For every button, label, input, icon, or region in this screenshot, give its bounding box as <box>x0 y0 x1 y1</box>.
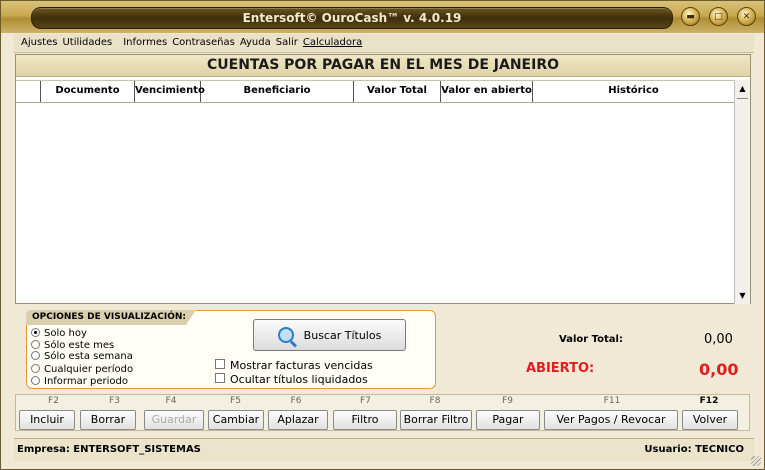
scroll-down-icon[interactable]: ▼ <box>735 288 750 303</box>
function-key-bar: F2 F3 F4 F5 F6 F7 F8 F9 F11 F12 Incluir … <box>15 394 750 431</box>
column-header-historico[interactable]: Histórico <box>533 81 734 102</box>
resize-grip-icon[interactable] <box>751 456 761 466</box>
search-titles-label: Buscar Títulos <box>303 328 382 342</box>
column-header-beneficiario[interactable]: Beneficiario <box>201 81 354 102</box>
view-options-group: OPCIONES DE VISUALIZACIÓN: Solo hoy Sólo… <box>26 310 436 389</box>
fkey-label-f9: F9 <box>502 396 513 406</box>
table-scrollbar[interactable]: ▲ ▼ <box>734 80 750 304</box>
table-title: CUENTAS POR PAGAR EN EL MES DE JANEIRO <box>16 55 750 77</box>
ver-pagos-button[interactable]: Ver Pagos / Revocar <box>544 410 678 430</box>
fkey-label-f2: F2 <box>48 396 59 406</box>
fkey-label-f8: F8 <box>429 396 441 406</box>
radio-label: Sólo esta semana <box>44 351 133 362</box>
open-label: ABIERTO: <box>526 361 595 376</box>
column-header-valor-total[interactable]: Valor Total <box>354 81 441 102</box>
total-value: 0,00 <box>704 332 733 347</box>
fkey-label-f12: F12 <box>699 396 719 406</box>
radio-selected-icon[interactable] <box>31 328 40 337</box>
accounts-table: CUENTAS POR PAGAR EN EL MES DE JANEIRO D… <box>15 54 751 304</box>
view-options-legend: OPCIONES DE VISUALIZACIÓN: <box>26 310 197 325</box>
table-header: Documento Vencimiento Beneficiario Valor… <box>16 80 736 103</box>
cambiar-button[interactable]: Cambiar <box>208 410 264 430</box>
column-header-valor-abierto[interactable]: Valor en abierto <box>441 81 533 102</box>
status-company: Empresa: ENTERSOFT_SISTEMAS <box>17 444 201 455</box>
menu-contrasenas[interactable]: Contraseñas <box>172 34 235 52</box>
scroll-up-icon[interactable]: ▲ <box>735 81 750 96</box>
menu-informes[interactable]: Informes <box>123 34 167 52</box>
minimize-button[interactable]: ▬ <box>681 7 700 26</box>
filtro-button[interactable]: Filtro <box>333 410 397 430</box>
fkey-label-f5: F5 <box>230 396 241 406</box>
total-label: Valor Total: <box>559 334 623 345</box>
fkey-label-f6: F6 <box>290 396 302 406</box>
borrar-filtro-button[interactable]: Borrar Filtro <box>400 410 472 430</box>
menu-salir[interactable]: Salir <box>276 34 298 52</box>
borrar-button[interactable]: Borrar <box>80 410 136 430</box>
main-window: Entersoft© OuroCash™ v. 4.0.19 ▬ □ ✕ Aju… <box>0 0 765 470</box>
search-icon <box>277 327 294 343</box>
radio-cualquier-periodo[interactable]: Cualquier período <box>31 364 133 375</box>
search-titles-button[interactable]: Buscar Títulos <box>253 319 406 351</box>
maximize-icon: □ <box>714 11 723 22</box>
column-header-documento[interactable]: Documento <box>41 81 135 102</box>
radio-label: Informar periodo <box>44 376 128 387</box>
checkbox-label: Ocultar títulos liquidados <box>230 373 368 386</box>
open-value: 0,00 <box>699 360 739 379</box>
maximize-button[interactable]: □ <box>709 7 728 26</box>
checkbox-icon[interactable] <box>215 359 225 369</box>
radio-icon[interactable] <box>31 364 40 373</box>
menu-ayuda[interactable]: Ayuda <box>240 34 271 52</box>
status-bar: Empresa: ENTERSOFT_SISTEMAS Usuario: TEC… <box>14 438 754 461</box>
radio-icon[interactable] <box>31 376 40 385</box>
guardar-button[interactable]: Guardar <box>144 410 204 430</box>
menu-calculadora[interactable]: Calculadora <box>303 34 362 52</box>
aplazar-button[interactable]: Aplazar <box>268 410 328 430</box>
radio-solo-este-mes[interactable]: Sólo este mes <box>31 340 114 351</box>
fkey-label-f3: F3 <box>109 396 120 406</box>
radio-solo-esta-semana[interactable]: Sólo esta semana <box>31 351 133 362</box>
radio-solo-hoy[interactable]: Solo hoy <box>31 328 87 339</box>
menu-bar: Ajustes Utilidades Informes Contraseñas Ayud… <box>14 34 754 53</box>
checkbox-label: Mostrar facturas vencidas <box>230 359 373 372</box>
radio-label: Cualquier período <box>44 364 134 375</box>
pagar-button[interactable]: Pagar <box>476 410 540 430</box>
volver-button[interactable]: Volver <box>682 410 738 430</box>
checkbox-icon[interactable] <box>215 373 225 383</box>
title-bar[interactable]: Entersoft© OuroCash™ v. 4.0.19 ▬ □ ✕ <box>1 1 764 33</box>
radio-icon[interactable] <box>31 351 40 360</box>
menu-utilidades[interactable]: Utilidades <box>62 34 112 52</box>
radio-label: Sólo este mes <box>44 340 115 351</box>
checkbox-mostrar-vencidas[interactable]: Mostrar facturas vencidas <box>215 359 373 372</box>
fkey-label-f11: F11 <box>603 396 621 406</box>
checkbox-ocultar-liquidados[interactable]: Ocultar títulos liquidados <box>215 373 368 386</box>
fkey-label-f4: F4 <box>165 396 177 406</box>
radio-informar-periodo[interactable]: Informar periodo <box>31 376 128 387</box>
window-title: Entersoft© OuroCash™ v. 4.0.19 <box>31 7 673 29</box>
radio-label: Solo hoy <box>44 328 87 339</box>
column-header-vencimiento[interactable]: Vencimiento <box>135 81 205 102</box>
fkey-label-f7: F7 <box>360 396 371 406</box>
radio-icon[interactable] <box>31 340 40 349</box>
minimize-icon: ▬ <box>686 11 695 22</box>
menu-ajustes[interactable]: Ajustes <box>21 34 57 52</box>
status-user: Usuario: TECNICO <box>644 444 744 455</box>
scrollbar-divider <box>737 98 748 99</box>
close-icon: ✕ <box>742 11 751 22</box>
close-button[interactable]: ✕ <box>737 7 756 26</box>
column-header-select[interactable] <box>16 81 41 102</box>
incluir-button[interactable]: Incluir <box>19 410 75 430</box>
